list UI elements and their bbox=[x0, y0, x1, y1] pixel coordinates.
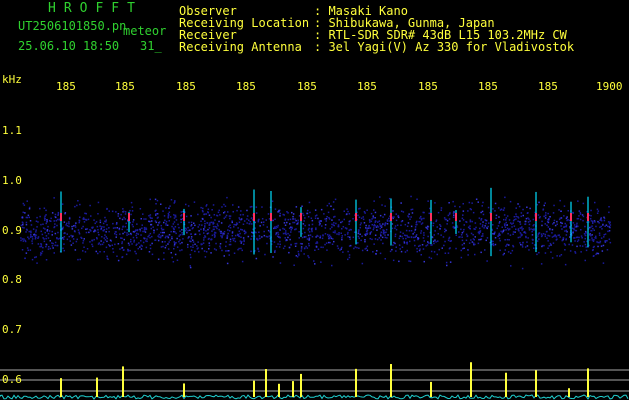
echo-core bbox=[455, 213, 457, 221]
echo-trace bbox=[430, 199, 432, 245]
activity-spike bbox=[96, 377, 98, 397]
echo-trace bbox=[587, 196, 589, 248]
x-tick-1858: 185 bbox=[478, 80, 498, 93]
x-tick-1900: 1900 bbox=[596, 80, 623, 93]
x-tick-1851: 185 bbox=[56, 80, 76, 93]
activity-spike bbox=[470, 362, 472, 397]
info-label-antenna: Receiving Antenna bbox=[179, 40, 302, 54]
x-tick-1857: 185 bbox=[418, 80, 438, 93]
x-tick-1856: 185 bbox=[357, 80, 377, 93]
echo-core bbox=[60, 213, 62, 221]
echo-trace bbox=[253, 189, 255, 255]
echo-core bbox=[390, 213, 392, 221]
echo-trace bbox=[535, 191, 537, 253]
activity-spike bbox=[265, 368, 267, 397]
y-tick-1.1: 1.1 bbox=[2, 124, 22, 137]
hrofft-screen: HROFFT UT2506101850.pn meteor 25.06.10 1… bbox=[0, 0, 629, 400]
x-tick-1853: 185 bbox=[176, 80, 196, 93]
activity-spike bbox=[253, 380, 255, 397]
echo-trace bbox=[355, 199, 357, 245]
spectrogram-plot bbox=[0, 187, 629, 400]
x-tick-1852: 185 bbox=[115, 80, 135, 93]
activity-spike bbox=[122, 366, 124, 397]
echo-trace bbox=[570, 201, 572, 243]
activity-spike bbox=[587, 368, 589, 397]
app-title: HROFFT bbox=[48, 1, 143, 16]
activity-spike bbox=[355, 368, 357, 397]
x-tick-1854: 185 bbox=[236, 80, 256, 93]
info-value-antenna: : 3el Yagi(V) Az 330 for Vladivostok bbox=[314, 40, 575, 54]
x-tick-1855: 185 bbox=[297, 80, 317, 93]
observation-datetime: 25.06.10 18:50 bbox=[18, 39, 120, 53]
echo-core bbox=[300, 213, 302, 221]
echo-trace bbox=[390, 198, 392, 246]
echo-core bbox=[535, 213, 537, 221]
y-tick-0.9: 0.9 bbox=[2, 224, 22, 237]
activity-spike bbox=[292, 381, 294, 397]
y-tick-0.6: 0.6 bbox=[2, 373, 22, 386]
mode-label: meteor bbox=[123, 24, 167, 38]
echo-core bbox=[430, 213, 432, 221]
echo-core bbox=[490, 213, 492, 221]
x-tick-1859: 185 bbox=[538, 80, 558, 93]
activity-spike bbox=[568, 388, 570, 397]
activity-baseline bbox=[0, 394, 629, 400]
echo-trace bbox=[183, 208, 185, 236]
echo-core bbox=[128, 213, 130, 221]
activity-spike bbox=[300, 373, 302, 397]
echo-core bbox=[253, 213, 255, 221]
echo-trace bbox=[490, 187, 492, 257]
activity-spike bbox=[390, 364, 392, 397]
echo-core bbox=[355, 213, 357, 221]
activity-spike bbox=[183, 383, 185, 397]
echo-count: 31_ bbox=[140, 39, 162, 53]
echo-trace bbox=[300, 207, 302, 237]
y-tick-1.0: 1.0 bbox=[2, 174, 22, 187]
activity-spike bbox=[278, 383, 280, 397]
y-tick-0.7: 0.7 bbox=[2, 323, 22, 336]
echo-core bbox=[270, 213, 272, 221]
activity-spike bbox=[505, 372, 507, 397]
echo-trace bbox=[270, 190, 272, 254]
echo-core bbox=[570, 213, 572, 221]
y-axis-unit: kHz bbox=[2, 73, 22, 86]
image-filename: UT2506101850.pn bbox=[18, 19, 127, 33]
noise-band bbox=[20, 195, 612, 270]
echo-core bbox=[183, 213, 185, 221]
y-tick-0.8: 0.8 bbox=[2, 273, 22, 286]
activity-spike bbox=[430, 381, 432, 397]
activity-spike bbox=[535, 370, 537, 397]
echo-core bbox=[587, 213, 589, 221]
activity-spike bbox=[60, 378, 62, 397]
echo-trace bbox=[60, 191, 62, 253]
